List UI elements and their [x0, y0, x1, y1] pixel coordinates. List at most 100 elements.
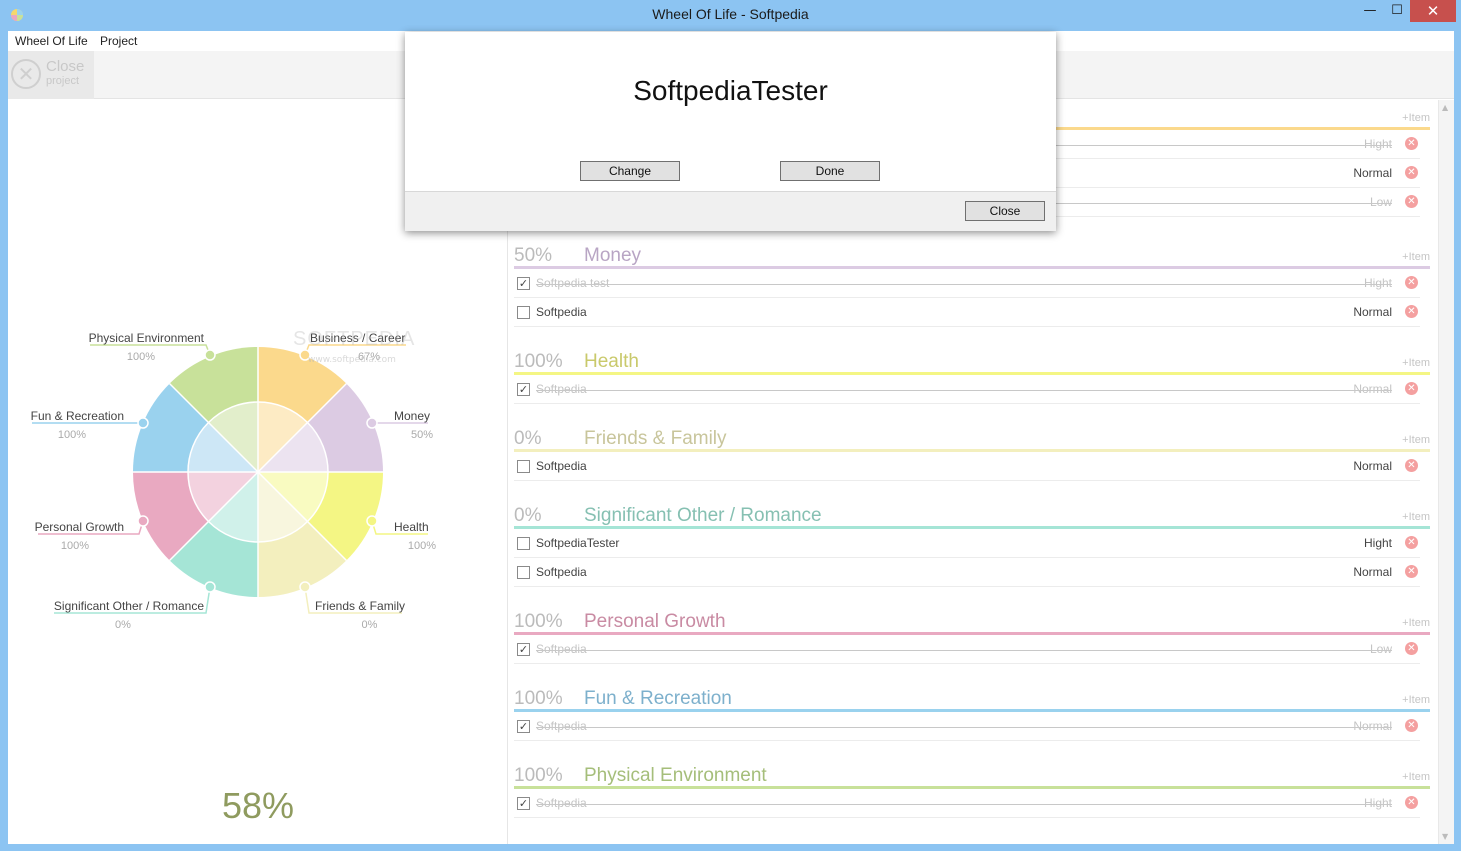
- category-section: 100% Physical Environment +Item ✓ Softpedia H…: [514, 763, 1430, 818]
- wheel-label-pct: 0%: [115, 619, 131, 631]
- category-header: 0% Significant Other / Romance +Item: [514, 503, 1430, 529]
- category-name: Fun & Recreation: [584, 688, 732, 709]
- task-text: Softpedia: [536, 642, 587, 656]
- wheel-label-dot: [204, 349, 216, 361]
- strike-line: [536, 650, 1392, 651]
- category-name: Physical Environment: [584, 765, 767, 786]
- task-checkbox[interactable]: [517, 566, 530, 579]
- delete-icon[interactable]: ✕: [1405, 719, 1418, 732]
- delete-icon[interactable]: ✕: [1405, 166, 1418, 179]
- task-checkbox[interactable]: ✓: [517, 720, 530, 733]
- task-priority[interactable]: Normal: [1353, 459, 1392, 473]
- wheel-label-dot: [299, 581, 311, 593]
- delete-icon[interactable]: ✕: [1405, 459, 1418, 472]
- category-section: 100% Personal Growth +Item ✓ Softpedia Low ✕: [514, 609, 1430, 664]
- task-priority[interactable]: Hight: [1364, 796, 1392, 810]
- task-checkbox[interactable]: ✓: [517, 797, 530, 810]
- category-name: Health: [584, 351, 639, 372]
- scroll-down-icon[interactable]: ▼: [1442, 832, 1448, 841]
- task-checkbox[interactable]: ✓: [517, 643, 530, 656]
- category-percent: 0%: [514, 505, 542, 526]
- task-priority[interactable]: Hight: [1364, 536, 1392, 550]
- menu-project[interactable]: Project: [100, 34, 137, 48]
- add-item-button[interactable]: +Item: [1402, 357, 1430, 369]
- minimize-button[interactable]: —: [1356, 0, 1384, 22]
- task-checkbox[interactable]: [517, 306, 530, 319]
- scroll-up-icon[interactable]: ▲: [1442, 103, 1448, 112]
- wheel-label-dot: [366, 515, 378, 527]
- delete-icon[interactable]: ✕: [1405, 305, 1418, 318]
- dialog-footer: Close: [405, 191, 1056, 231]
- add-item-button[interactable]: +Item: [1402, 112, 1430, 124]
- wheel-label: Personal Growth: [35, 520, 124, 534]
- menu-wheel-of-life[interactable]: Wheel Of Life: [15, 34, 88, 48]
- delete-icon[interactable]: ✕: [1405, 276, 1418, 289]
- wheel-label-pct: 100%: [58, 429, 86, 441]
- delete-icon[interactable]: ✕: [1405, 536, 1418, 549]
- delete-icon[interactable]: ✕: [1405, 137, 1418, 150]
- category-header: 50% Money +Item: [514, 243, 1430, 269]
- wheel-label-dot: [366, 417, 378, 429]
- add-item-button[interactable]: +Item: [1402, 771, 1430, 783]
- task-priority[interactable]: Hight: [1364, 137, 1392, 151]
- task-text: Softpedia: [536, 796, 587, 810]
- task-item: ✓ Softpedia Low ✕: [514, 635, 1420, 664]
- task-priority[interactable]: Hight: [1364, 276, 1392, 290]
- category-section: 0% Friends & Family +Item Softpedia Normal ✕: [514, 426, 1430, 481]
- task-priority[interactable]: Normal: [1353, 565, 1392, 579]
- close-project-button[interactable]: ✕ Close project: [8, 51, 94, 99]
- vertical-scrollbar[interactable]: ▲ ▼: [1438, 100, 1454, 844]
- name-dialog: SoftpediaTester Change Done Close: [405, 32, 1056, 231]
- wheel-label-dot: [204, 581, 216, 593]
- task-priority[interactable]: Normal: [1353, 166, 1392, 180]
- category-name: Money: [584, 245, 642, 266]
- add-item-button[interactable]: +Item: [1402, 617, 1430, 629]
- delete-icon[interactable]: ✕: [1405, 565, 1418, 578]
- task-checkbox[interactable]: ✓: [517, 383, 530, 396]
- category-section: 100% Health +Item ✓ Softpedia Normal ✕: [514, 349, 1430, 404]
- task-priority[interactable]: Normal: [1353, 382, 1392, 396]
- task-item: ✓ Softpedia Hight ✕: [514, 789, 1420, 818]
- category-name: Significant Other / Romance: [584, 505, 822, 526]
- dialog-close-button[interactable]: Close: [965, 201, 1045, 221]
- wheel-label-pct: 100%: [61, 540, 89, 552]
- task-checkbox[interactable]: [517, 537, 530, 550]
- close-circle-icon: ✕: [11, 59, 41, 89]
- change-button[interactable]: Change: [580, 161, 680, 181]
- task-checkbox[interactable]: ✓: [517, 277, 530, 290]
- wheel-label-pct: 50%: [411, 429, 433, 441]
- strike-line: [536, 284, 1392, 285]
- add-item-button[interactable]: +Item: [1402, 434, 1430, 446]
- delete-icon[interactable]: ✕: [1405, 642, 1418, 655]
- add-item-button[interactable]: +Item: [1402, 694, 1430, 706]
- delete-icon[interactable]: ✕: [1405, 796, 1418, 809]
- task-checkbox[interactable]: [517, 460, 530, 473]
- task-text: Softpedia: [536, 459, 587, 473]
- task-item: ✓ Softpedia Normal ✕: [514, 375, 1420, 404]
- wheel-label: Fun & Recreation: [31, 409, 124, 423]
- task-item: ✓ Softpedia test Hight ✕: [514, 269, 1420, 298]
- maximize-button[interactable]: ☐: [1383, 0, 1411, 22]
- category-percent: 100%: [514, 688, 563, 709]
- title-bar: Wheel Of Life - Softpedia — ☐ ✕: [0, 0, 1461, 31]
- add-item-button[interactable]: +Item: [1402, 251, 1430, 263]
- done-button[interactable]: Done: [780, 161, 880, 181]
- delete-icon[interactable]: ✕: [1405, 195, 1418, 208]
- task-priority[interactable]: Low: [1370, 195, 1392, 209]
- wheel-label-pct: 100%: [408, 540, 436, 552]
- total-percentage: 58%: [221, 785, 295, 826]
- category-percent: 0%: [514, 428, 542, 449]
- task-text: Softpedia: [536, 565, 587, 579]
- task-priority[interactable]: Low: [1370, 642, 1392, 656]
- close-project-sublabel: project: [46, 75, 80, 87]
- task-item: SoftpediaTester Hight ✕: [514, 529, 1420, 558]
- delete-icon[interactable]: ✕: [1405, 382, 1418, 395]
- wheel-label-pct: 0%: [362, 619, 378, 631]
- add-item-button[interactable]: +Item: [1402, 511, 1430, 523]
- category-percent: 100%: [514, 765, 563, 786]
- wheel-label-dot: [137, 515, 149, 527]
- category-section: 50% Money +Item ✓ Softpedia test Hight ✕ Softpe…: [514, 243, 1430, 327]
- window-close-button[interactable]: ✕: [1410, 0, 1456, 22]
- task-priority[interactable]: Normal: [1353, 305, 1392, 319]
- task-priority[interactable]: Normal: [1353, 719, 1392, 733]
